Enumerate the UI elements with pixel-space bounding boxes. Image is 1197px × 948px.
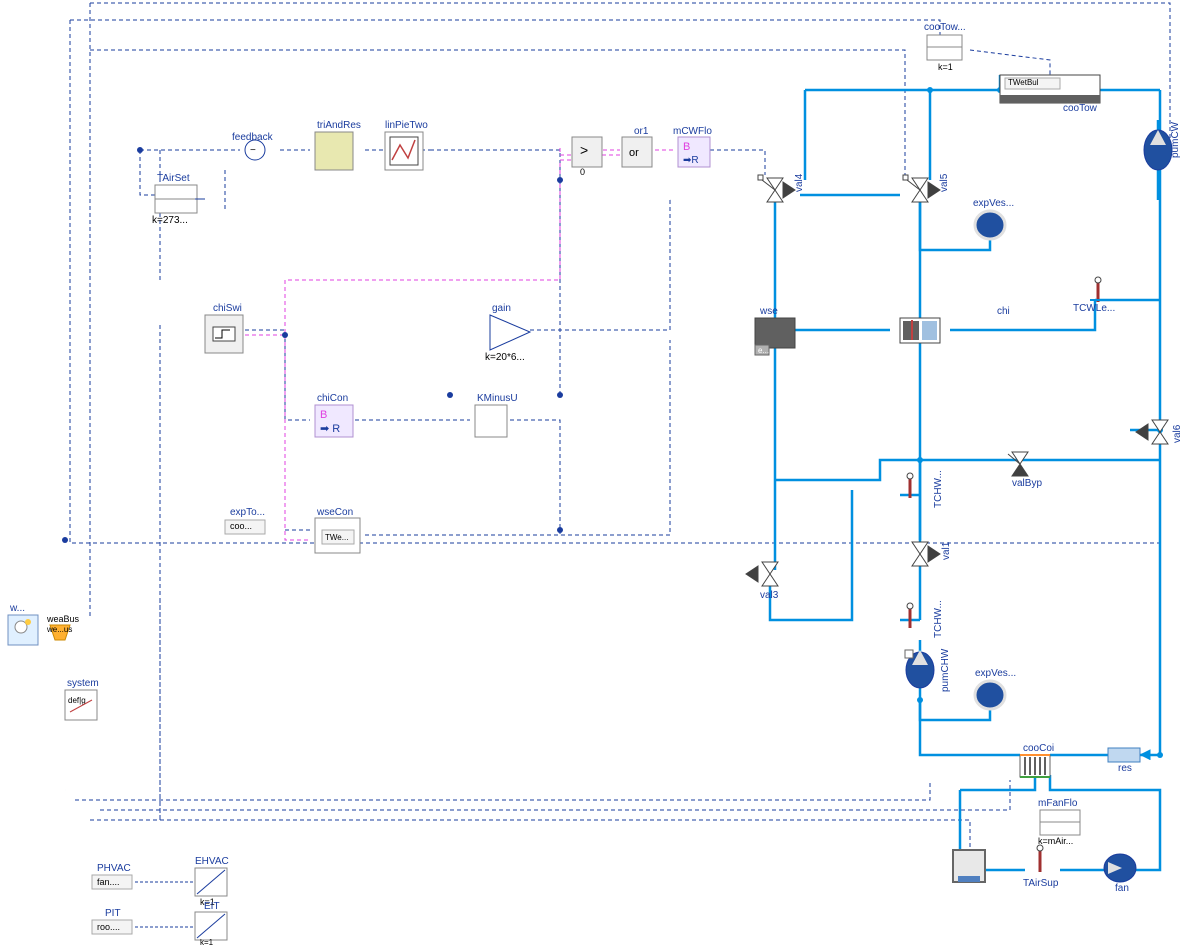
svg-text:B: B bbox=[320, 409, 327, 421]
chiCon-label: chiCon bbox=[317, 393, 348, 404]
cooCoi-label: cooCoi bbox=[1023, 743, 1054, 754]
svg-text:0: 0 bbox=[580, 167, 585, 177]
expTo-label: expTo... bbox=[230, 507, 265, 518]
gain-label: gain bbox=[492, 303, 511, 314]
val3-label: val3 bbox=[760, 590, 778, 601]
svg-text:def|g: def|g bbox=[68, 696, 86, 705]
val6-block[interactable] bbox=[1136, 420, 1168, 444]
gain-k-label: k=20*6... bbox=[485, 352, 525, 363]
cooTow-k-label: k=1 bbox=[938, 62, 953, 72]
pit-label: PIT bbox=[105, 908, 121, 919]
KMinusU-label: KMinusU bbox=[477, 393, 518, 404]
val1-label: val1 bbox=[941, 542, 952, 560]
val5-label: val5 bbox=[939, 174, 950, 192]
val3-block[interactable] bbox=[746, 562, 778, 586]
valByp-block[interactable] bbox=[1008, 452, 1028, 476]
phvac-label: PHVAC bbox=[97, 863, 131, 874]
triAndRes-label: triAndRes bbox=[317, 120, 361, 131]
chiSwi-block[interactable] bbox=[205, 315, 243, 353]
weather-block[interactable] bbox=[8, 615, 38, 645]
val5-block[interactable] bbox=[903, 175, 940, 202]
expVes1-label: expVes... bbox=[973, 198, 1014, 209]
TAirSup-sensor[interactable] bbox=[1037, 845, 1043, 872]
roo-label: roo.... bbox=[97, 922, 120, 932]
TAirSet-label: TAirSet bbox=[157, 173, 190, 184]
val4-block[interactable] bbox=[758, 175, 795, 202]
valByp-label: valByp bbox=[1012, 478, 1042, 489]
wseCon-label: wseCon bbox=[317, 507, 353, 518]
fan-text-label: fan.... bbox=[97, 877, 120, 887]
mFanFlo-block[interactable] bbox=[1040, 810, 1080, 835]
system-label: system bbox=[67, 678, 99, 689]
coo-label: coo... bbox=[230, 521, 252, 531]
chiSwi-label: chiSwi bbox=[213, 303, 242, 314]
gain-block[interactable] bbox=[490, 315, 530, 350]
or1-label: or1 bbox=[634, 126, 648, 137]
feedback-block[interactable]: − bbox=[245, 140, 265, 160]
pumCW-label: pumCW bbox=[1170, 122, 1181, 158]
room-block[interactable] bbox=[953, 850, 985, 882]
svg-text:or: or bbox=[629, 147, 639, 159]
TCHW-sensor-2[interactable] bbox=[907, 603, 913, 628]
val6-label: val6 bbox=[1172, 425, 1183, 443]
svg-text:TWe...: TWe... bbox=[325, 533, 348, 542]
linPieTwo-label: linPieTwo bbox=[385, 120, 428, 131]
TAirSet-k-label: k=273... bbox=[152, 215, 188, 226]
w-label: w... bbox=[10, 603, 25, 614]
res-label: res bbox=[1118, 763, 1132, 774]
weaBus2-label: we...us bbox=[47, 625, 72, 634]
weaBus-label: weaBus bbox=[47, 614, 79, 624]
feedback-label: feedback bbox=[232, 132, 273, 143]
chi-label: chi bbox=[997, 306, 1010, 317]
ehvac-block[interactable] bbox=[195, 868, 227, 896]
pumCHW-label: pumCHW bbox=[940, 649, 951, 692]
svg-text:B: B bbox=[683, 141, 690, 153]
TCHW1-label: TCHW... bbox=[933, 470, 944, 508]
mCWFlo-label: mCWFlo bbox=[673, 126, 712, 137]
expVesCHW-block[interactable] bbox=[975, 681, 1005, 709]
wseCon-block[interactable]: TWe... bbox=[315, 518, 360, 553]
eit-block[interactable] bbox=[195, 912, 227, 940]
TAirSet-block[interactable] bbox=[155, 185, 205, 213]
cooCoi-block[interactable] bbox=[1020, 755, 1050, 777]
linPieTwo-block[interactable] bbox=[385, 132, 423, 170]
mFanFlo-label: mFanFlo bbox=[1038, 798, 1077, 809]
TCWLe-label: TCWLe... bbox=[1073, 303, 1115, 314]
KMinusU-block[interactable] bbox=[475, 405, 507, 437]
pumCW-block[interactable] bbox=[1144, 130, 1172, 170]
TWetBul-label: TWetBul bbox=[1008, 78, 1039, 87]
mCWFlo-block[interactable]: B ➡R bbox=[678, 137, 710, 167]
svg-text:−: − bbox=[250, 145, 256, 156]
TAirSup-label: TAirSup bbox=[1023, 878, 1058, 889]
greater-block[interactable]: > 0 bbox=[572, 137, 602, 177]
TCHW2-label: TCHW... bbox=[933, 600, 944, 638]
wse-label: wse bbox=[760, 306, 778, 317]
mFanFlo-k-label: k=mAir... bbox=[1038, 836, 1073, 846]
triAndRes-block[interactable] bbox=[315, 132, 353, 170]
expVesCW-block[interactable] bbox=[975, 211, 1005, 239]
eit-label: EIT bbox=[204, 901, 220, 912]
res-block[interactable] bbox=[1108, 748, 1150, 762]
chi-block[interactable] bbox=[900, 318, 940, 343]
ehvac-label: EHVAC bbox=[195, 856, 229, 867]
val4-label: val4 bbox=[794, 174, 805, 192]
svg-text:➡ R: ➡ R bbox=[320, 423, 340, 435]
expVes2-label: expVes... bbox=[975, 668, 1016, 679]
svg-text:➡R: ➡R bbox=[683, 155, 699, 166]
system-block[interactable]: def|g bbox=[65, 690, 97, 720]
pumCHW-block[interactable] bbox=[905, 650, 934, 688]
fan-block-label: fan bbox=[1115, 883, 1129, 894]
eit-k-label: k=1 bbox=[200, 938, 213, 947]
cooTow2-label: cooTow bbox=[1063, 103, 1097, 114]
cooTow-const-label: cooTow... bbox=[924, 22, 966, 33]
TCWLe-sensor[interactable] bbox=[1090, 277, 1106, 302]
chiCon-block[interactable]: B ➡ R bbox=[315, 405, 353, 437]
val1-block[interactable] bbox=[912, 542, 940, 566]
cooTow-const-block[interactable] bbox=[927, 35, 962, 60]
fan-block[interactable] bbox=[1104, 854, 1136, 882]
or-block[interactable]: or bbox=[622, 137, 652, 167]
svg-text:>: > bbox=[580, 142, 588, 158]
svg-text:e...: e... bbox=[758, 346, 769, 355]
